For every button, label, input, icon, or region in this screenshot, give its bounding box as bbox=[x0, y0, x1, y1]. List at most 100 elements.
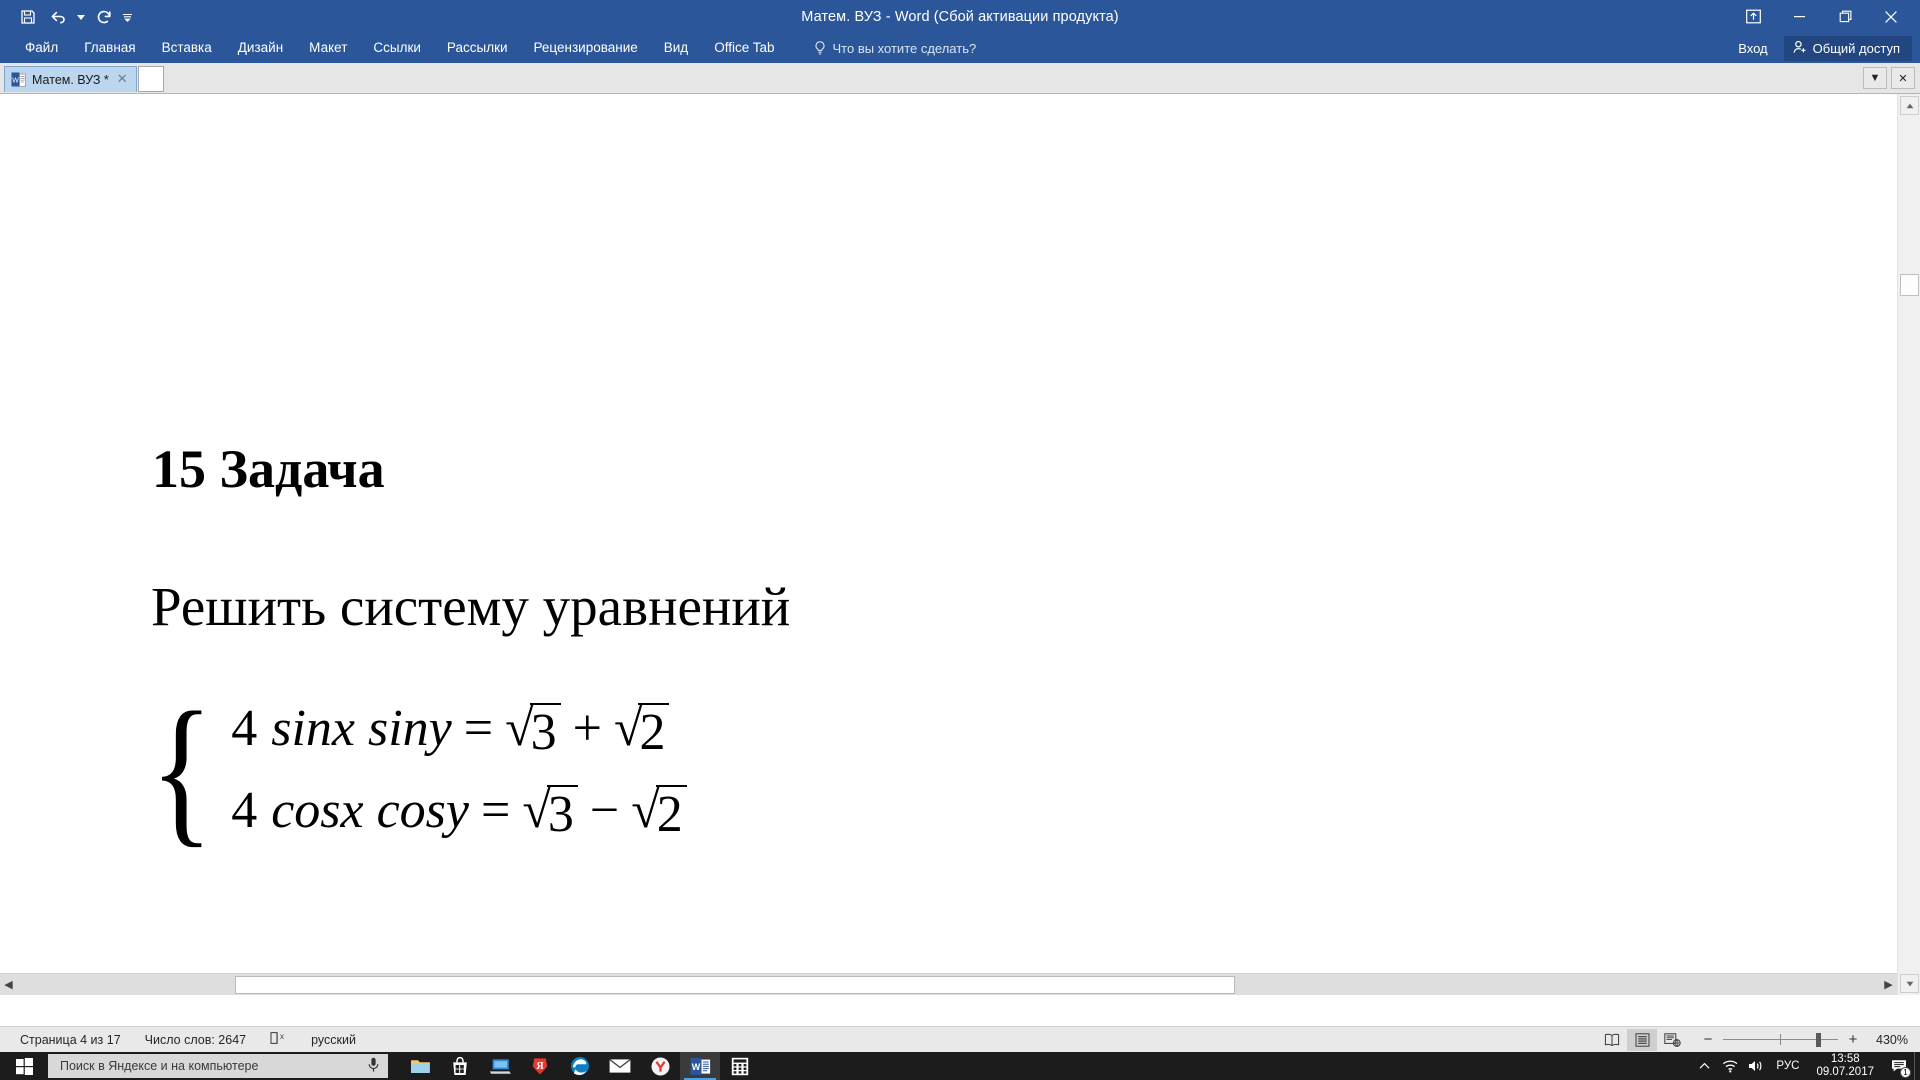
office-tab-bar: W Матем. ВУЗ * ✕ ▼ ✕ bbox=[0, 63, 1920, 94]
taskbar-mail[interactable] bbox=[600, 1052, 640, 1080]
eq1-radicand-1: 3 bbox=[529, 703, 561, 759]
scroll-down-icon[interactable] bbox=[1900, 974, 1919, 993]
zoom-level-label[interactable]: 430% bbox=[1868, 1033, 1912, 1047]
window-controls bbox=[1730, 0, 1914, 33]
show-hidden-icons-icon[interactable] bbox=[1691, 1052, 1717, 1080]
taskbar-app-list: Я W bbox=[400, 1052, 760, 1080]
office-tab-close-all-button[interactable]: ✕ bbox=[1891, 67, 1915, 89]
taskbar-remote-desktop[interactable] bbox=[480, 1052, 520, 1080]
svg-text:x: x bbox=[280, 1032, 284, 1041]
taskbar: Поиск в Яндексе и на компьютере Я W РУС … bbox=[0, 1052, 1920, 1080]
scroll-left-icon[interactable]: ◀ bbox=[0, 975, 17, 995]
document-page[interactable]: 15 Задача Решить систему уравнений { 4 s… bbox=[0, 94, 1896, 995]
tab-insert[interactable]: Вставка bbox=[149, 33, 225, 63]
taskbar-word[interactable]: W bbox=[680, 1052, 720, 1080]
taskbar-calculator[interactable] bbox=[720, 1052, 760, 1080]
eq1-terms: sinx siny bbox=[271, 700, 452, 757]
ribbon-display-options-button[interactable] bbox=[1730, 0, 1776, 33]
scroll-right-icon[interactable]: ▶ bbox=[1880, 975, 1897, 995]
tab-layout[interactable]: Макет bbox=[296, 33, 360, 63]
clock-time: 13:58 bbox=[1830, 1052, 1860, 1065]
taskbar-yandex-browser[interactable] bbox=[640, 1052, 680, 1080]
restore-button[interactable] bbox=[1822, 0, 1868, 33]
new-tab-placeholder[interactable] bbox=[138, 66, 164, 92]
vertical-scrollbar[interactable] bbox=[1897, 94, 1920, 995]
horizontal-scroll-thumb[interactable] bbox=[235, 975, 1235, 994]
office-tab-bar-controls: ▼ ✕ bbox=[1863, 67, 1915, 89]
eq1-equals: = bbox=[463, 700, 494, 757]
page-indicator[interactable]: Страница 4 из 17 bbox=[8, 1033, 133, 1047]
tab-view[interactable]: Вид bbox=[651, 33, 701, 63]
zoom-slider[interactable] bbox=[1723, 1032, 1838, 1047]
volume-icon[interactable] bbox=[1743, 1052, 1769, 1080]
tab-review[interactable]: Рецензирование bbox=[521, 33, 651, 63]
share-button[interactable]: Общий доступ bbox=[1783, 35, 1912, 61]
eq2-coefficient: 4 bbox=[231, 782, 258, 839]
web-layout-button[interactable] bbox=[1657, 1029, 1687, 1051]
word-count[interactable]: Число слов: 2647 bbox=[133, 1033, 258, 1047]
eq1-coefficient: 4 bbox=[231, 700, 258, 757]
tell-me-box[interactable]: Что вы хотите сделать? bbox=[802, 33, 989, 63]
window-title: Матем. ВУЗ - Word (Сбой активации продук… bbox=[801, 8, 1119, 25]
ribbon-right-group: Вход Общий доступ bbox=[1730, 33, 1912, 63]
svg-text:W: W bbox=[691, 1062, 700, 1072]
equation-rows: 4 sinx siny = √ 3 + √ 2 4 cosx cosy = √ … bbox=[231, 699, 687, 841]
tab-references[interactable]: Ссылки bbox=[360, 33, 434, 63]
taskbar-yandex[interactable]: Я bbox=[520, 1052, 560, 1080]
svg-text:Я: Я bbox=[536, 1061, 544, 1072]
tab-home[interactable]: Главная bbox=[71, 33, 148, 63]
read-mode-button[interactable] bbox=[1597, 1029, 1627, 1051]
horizontal-scroll-track[interactable] bbox=[17, 975, 1880, 995]
ribbon-tab-strip: Файл Главная Вставка Дизайн Макет Ссылки… bbox=[0, 33, 1920, 63]
show-desktop-button[interactable] bbox=[1914, 1052, 1920, 1080]
tab-office-tab[interactable]: Office Tab bbox=[701, 33, 787, 63]
tab-design[interactable]: Дизайн bbox=[225, 33, 296, 63]
print-layout-button[interactable] bbox=[1627, 1028, 1657, 1051]
eq1-radical-2: √ 2 bbox=[614, 703, 670, 759]
scroll-up-icon[interactable] bbox=[1900, 96, 1919, 115]
document-canvas[interactable]: 15 Задача Решить систему уравнений { 4 s… bbox=[0, 94, 1920, 995]
office-tab-label: Матем. ВУЗ * bbox=[32, 72, 109, 87]
eq2-radicand-1: 3 bbox=[546, 785, 578, 841]
system-tray: РУС 13:58 09.07.2017 1 bbox=[1691, 1052, 1920, 1080]
zoom-in-button[interactable]: + bbox=[1846, 1031, 1860, 1048]
proofing-errors-icon[interactable]: x bbox=[258, 1031, 299, 1048]
clock[interactable]: 13:58 09.07.2017 bbox=[1806, 1053, 1884, 1079]
vertical-scroll-thumb[interactable] bbox=[1900, 274, 1919, 296]
equation-row-1: 4 sinx siny = √ 3 + √ 2 bbox=[231, 699, 687, 759]
notification-center-icon[interactable]: 1 bbox=[1884, 1052, 1914, 1080]
tab-mailings[interactable]: Рассылки bbox=[434, 33, 521, 63]
taskbar-file-explorer[interactable] bbox=[400, 1052, 440, 1080]
office-tab-dropdown-button[interactable]: ▼ bbox=[1863, 67, 1887, 89]
svg-text:W: W bbox=[12, 77, 19, 84]
minimize-button[interactable] bbox=[1776, 0, 1822, 33]
share-label: Общий доступ bbox=[1812, 40, 1900, 56]
horizontal-scrollbar[interactable]: ◀ ▶ bbox=[0, 973, 1897, 995]
eq1-operator: + bbox=[572, 700, 602, 757]
taskbar-edge[interactable] bbox=[560, 1052, 600, 1080]
tab-file[interactable]: Файл bbox=[12, 33, 71, 63]
taskbar-search-input[interactable]: Поиск в Яндексе и на компьютере bbox=[48, 1054, 388, 1078]
start-button[interactable] bbox=[0, 1052, 48, 1080]
eq2-radical-1: √ 3 bbox=[522, 785, 578, 841]
sign-in-button[interactable]: Вход bbox=[1730, 41, 1775, 56]
close-button[interactable] bbox=[1868, 0, 1914, 33]
language-indicator[interactable]: русский bbox=[299, 1033, 368, 1047]
office-tab-item[interactable]: W Матем. ВУЗ * ✕ bbox=[4, 66, 137, 92]
clock-date: 09.07.2017 bbox=[1816, 1066, 1874, 1078]
wifi-icon[interactable] bbox=[1717, 1052, 1743, 1080]
office-tab-close-icon[interactable]: ✕ bbox=[115, 71, 130, 89]
microphone-icon[interactable] bbox=[367, 1057, 380, 1076]
notification-badge: 1 bbox=[1900, 1067, 1911, 1078]
eq1-radicand-2: 2 bbox=[638, 703, 670, 759]
system-brace: { bbox=[150, 678, 214, 862]
zoom-slider-thumb[interactable] bbox=[1816, 1032, 1821, 1047]
eq2-equals: = bbox=[481, 782, 511, 839]
language-indicator-tray[interactable]: РУС bbox=[1769, 1060, 1806, 1072]
lightbulb-icon bbox=[814, 40, 826, 56]
zoom-out-button[interactable]: − bbox=[1701, 1031, 1715, 1048]
search-placeholder: Поиск в Яндексе и на компьютере bbox=[60, 1059, 259, 1073]
equation-row-2: 4 cosx cosy = √ 3 − √ 2 bbox=[231, 781, 687, 841]
taskbar-store[interactable] bbox=[440, 1052, 480, 1080]
eq2-radical-2: √ 2 bbox=[631, 785, 687, 841]
